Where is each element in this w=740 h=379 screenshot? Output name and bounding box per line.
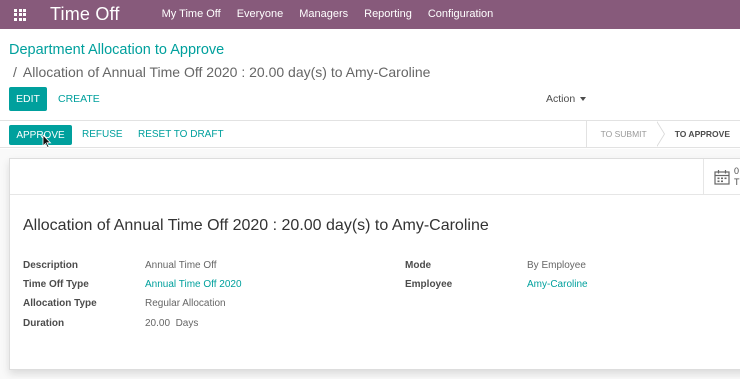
- time-off-type-link[interactable]: Annual Time Off 2020: [145, 279, 242, 290]
- record-title: Allocation of Annual Time Off 2020 : 20.…: [23, 217, 489, 234]
- calendar-icon: [714, 170, 730, 185]
- mode-label: Mode: [405, 260, 432, 271]
- smart-button-text: 0 T: [734, 166, 740, 188]
- breadcrumb: Department Allocation to Approve / Alloca…: [9, 41, 430, 81]
- create-button[interactable]: CREATE: [58, 87, 100, 111]
- action-dropdown[interactable]: Action: [546, 87, 587, 111]
- smart-button[interactable]: 0 T: [703, 159, 740, 195]
- allocation-type-value: Regular Allocation: [145, 298, 226, 309]
- caret-down-icon: [580, 97, 587, 102]
- edit-button[interactable]: EDIT: [9, 87, 47, 111]
- stage-to-submit[interactable]: TO SUBMIT: [585, 121, 657, 147]
- menu-reporting[interactable]: Reporting: [356, 0, 420, 29]
- refuse-button[interactable]: REFUSE: [82, 125, 123, 145]
- smart-button-value: 0: [734, 166, 740, 176]
- form-statusbar: APPROVE REFUSE RESET TO DRAFT TO SUBMIT …: [0, 120, 740, 148]
- employee-link[interactable]: Amy-Caroline: [527, 279, 588, 290]
- allocation-type-label: Allocation Type: [23, 298, 97, 309]
- button-box: 0 T: [10, 159, 740, 195]
- menu-configuration[interactable]: Configuration: [420, 0, 501, 29]
- time-off-type-label: Time Off Type: [23, 279, 89, 290]
- breadcrumb-current: / Allocation of Annual Time Off 2020 : 20…: [9, 63, 430, 81]
- stage-pipeline: TO SUBMIT TO APPROVE: [585, 121, 740, 147]
- breadcrumb-current-label: Allocation of Annual Time Off 2020 : 20.…: [22, 64, 431, 80]
- breadcrumb-separator: /: [13, 64, 17, 80]
- mode-value: By Employee: [527, 260, 586, 271]
- mouse-cursor-icon: [42, 134, 52, 148]
- breadcrumb-parent-link[interactable]: Department Allocation to Approve: [9, 41, 430, 59]
- top-navbar: Time Off My Time Off Everyone Managers R…: [0, 0, 740, 29]
- menu-my-time-off[interactable]: My Time Off: [154, 0, 229, 29]
- apps-menu-icon[interactable]: [0, 0, 40, 29]
- duration-value: 20.00 Days: [145, 318, 199, 329]
- menu-managers[interactable]: Managers: [291, 0, 356, 29]
- reset-to-draft-button[interactable]: RESET TO DRAFT: [138, 125, 224, 145]
- control-panel: EDIT CREATE Action: [9, 87, 740, 111]
- duration-label: Duration: [23, 318, 65, 329]
- main-menu: My Time Off Everyone Managers Reporting …: [154, 0, 502, 29]
- description-value: Annual Time Off: [145, 260, 217, 271]
- description-label: Description: [23, 260, 79, 271]
- app-title[interactable]: Time Off: [50, 4, 120, 25]
- menu-everyone[interactable]: Everyone: [229, 0, 291, 29]
- action-label: Action: [546, 93, 576, 105]
- smart-button-label: T: [734, 177, 740, 187]
- form-sheet: 0 T Allocation of Annual Time Off 2020 :…: [9, 158, 740, 370]
- stage-to-approve[interactable]: TO APPROVE: [655, 121, 740, 147]
- employee-label: Employee: [405, 279, 453, 290]
- approve-button[interactable]: APPROVE: [9, 125, 72, 145]
